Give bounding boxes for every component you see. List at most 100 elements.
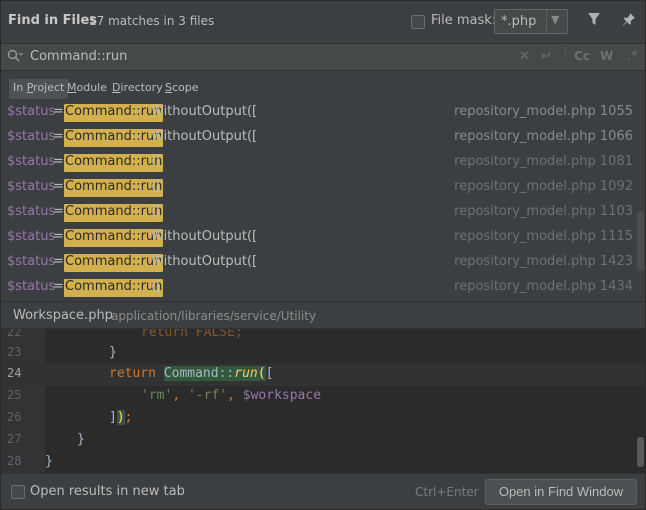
code-preview[interactable]: 22 return FALSE; 23 } 24 return Command:… bbox=[1, 329, 645, 473]
code-text: [ bbox=[265, 366, 274, 381]
code-paren: ( bbox=[257, 366, 266, 381]
result-location: repository_model.php 1066 bbox=[454, 129, 633, 144]
open-in-find-window-button[interactable]: Open in Find Window bbox=[485, 479, 637, 505]
code-variable: $workspace bbox=[242, 388, 322, 403]
code-text: ] bbox=[109, 410, 117, 425]
result-match: Command::run bbox=[64, 229, 164, 247]
tab-directory[interactable]: Directory bbox=[108, 79, 167, 99]
whole-words-icon[interactable]: W bbox=[600, 49, 613, 63]
open-new-tab-checkbox[interactable] bbox=[11, 485, 25, 499]
code-comma: , bbox=[227, 388, 243, 403]
result-operator: = bbox=[53, 229, 64, 244]
result-match: Command::run bbox=[64, 179, 164, 197]
result-row[interactable]: $status = Command::run WithoutOutput([ r… bbox=[1, 101, 645, 126]
result-row[interactable]: $status = Command::run ([ repository_mod… bbox=[1, 201, 645, 226]
result-variable: $status bbox=[7, 229, 56, 244]
search-icon[interactable] bbox=[7, 49, 24, 67]
result-rest: ([ bbox=[151, 204, 162, 219]
code-method: run bbox=[234, 366, 258, 381]
result-operator: = bbox=[53, 129, 64, 144]
combo-separator bbox=[546, 10, 547, 33]
file-mask-checkbox[interactable] bbox=[411, 15, 425, 29]
tab-module[interactable]: Module bbox=[63, 79, 111, 99]
result-match: Command::run bbox=[64, 204, 164, 222]
result-match: Command::run bbox=[64, 129, 164, 147]
result-location: repository_model.php 1434 bbox=[454, 279, 633, 294]
result-rest: WithoutOutput([ bbox=[151, 104, 258, 119]
search-field[interactable]: Command::run ✕ ↵ | Cc W .* bbox=[1, 43, 645, 71]
code-paren: ) bbox=[116, 410, 125, 425]
file-mask-combo[interactable]: *.php ▼ bbox=[494, 9, 568, 34]
tab-in-project[interactable]: In Project bbox=[9, 79, 69, 99]
open-new-tab-label: Open results in new tab bbox=[30, 484, 185, 499]
code-text: } bbox=[109, 345, 117, 360]
result-match: Command::run bbox=[64, 154, 164, 172]
results-list: $status = Command::run WithoutOutput([ r… bbox=[1, 101, 645, 301]
code-line: 26 ]); bbox=[1, 408, 645, 430]
result-variable: $status bbox=[7, 254, 56, 269]
result-operator: = bbox=[53, 279, 64, 294]
result-variable: $status bbox=[7, 154, 56, 169]
line-number: 28 bbox=[7, 454, 22, 468]
result-row[interactable]: $status = Command::run WithoutOutput([ r… bbox=[1, 126, 645, 151]
regex-icon[interactable]: .* bbox=[627, 49, 638, 64]
pin-icon[interactable] bbox=[622, 12, 636, 30]
code-semicolon: ; bbox=[124, 410, 133, 425]
result-row[interactable]: $status = Command::run ([ repository_mod… bbox=[1, 151, 645, 176]
result-row[interactable]: $status = Command::run WithoutOutput([ r… bbox=[1, 226, 645, 251]
result-operator: = bbox=[53, 204, 64, 219]
file-mask-value: *.php bbox=[501, 14, 537, 29]
shortcut-hint: Ctrl+Enter bbox=[415, 485, 479, 499]
result-row[interactable]: $status = Command::run WithoutOutput([ r… bbox=[1, 251, 645, 276]
result-variable: $status bbox=[7, 279, 56, 294]
result-operator: = bbox=[53, 179, 64, 194]
result-row[interactable]: $status = Command::run ([ repository_mod… bbox=[1, 176, 645, 201]
dialog-header: Find in Files 17 matches in 3 files File… bbox=[1, 1, 645, 43]
file-mask-label: File mask: bbox=[431, 13, 497, 28]
code-line: 27 } bbox=[1, 430, 645, 452]
clear-icon[interactable]: ✕ bbox=[519, 49, 530, 64]
search-input[interactable]: Command::run bbox=[30, 49, 127, 64]
result-location: repository_model.php 1423 bbox=[454, 254, 633, 269]
result-location: repository_model.php 1081 bbox=[454, 154, 633, 169]
code-match: Command:: bbox=[163, 366, 235, 381]
result-match: Command::run bbox=[64, 254, 164, 272]
line-number: 26 bbox=[7, 410, 22, 424]
result-location: repository_model.php 1103 bbox=[454, 204, 633, 219]
code-line: 25 'rm', '-rf', $workspace bbox=[1, 386, 645, 408]
result-operator: = bbox=[53, 254, 64, 269]
line-number: 24 bbox=[7, 366, 22, 380]
line-number: 25 bbox=[7, 388, 22, 402]
code-comma: , bbox=[172, 388, 188, 403]
result-location: repository_model.php 1092 bbox=[454, 179, 633, 194]
code-text: return FALSE; bbox=[141, 329, 243, 340]
code-string: '-rf' bbox=[187, 388, 228, 403]
result-location: repository_model.php 1055 bbox=[454, 104, 633, 119]
preview-scrollbar[interactable] bbox=[637, 437, 644, 467]
code-line: 28 } bbox=[1, 452, 645, 473]
result-variable: $status bbox=[7, 179, 56, 194]
dialog-footer: Open results in new tab Ctrl+Enter Open … bbox=[1, 473, 645, 509]
tab-scope[interactable]: Scope bbox=[161, 79, 203, 99]
code-keyword: return bbox=[109, 366, 156, 381]
code-string: 'rm' bbox=[141, 388, 173, 403]
filter-icon[interactable] bbox=[587, 12, 601, 30]
code-text: } bbox=[45, 454, 53, 469]
result-row[interactable]: $status = Command::run ([ repository_mod… bbox=[1, 276, 645, 301]
results-scrollbar[interactable] bbox=[637, 211, 644, 271]
line-number: 22 bbox=[7, 329, 22, 339]
match-case-icon[interactable]: Cc bbox=[574, 49, 590, 63]
new-line-icon[interactable]: ↵ bbox=[541, 49, 552, 64]
chevron-down-icon[interactable]: ▼ bbox=[551, 13, 559, 26]
dialog-title: Find in Files bbox=[8, 13, 98, 28]
preview-file-path: application/libraries/service/Utility bbox=[111, 309, 317, 323]
result-operator: = bbox=[53, 104, 64, 119]
result-rest: ([ bbox=[151, 279, 162, 294]
code-line-current: 24 return Command::run([ bbox=[1, 364, 645, 386]
separator: | bbox=[563, 46, 568, 61]
result-variable: $status bbox=[7, 104, 56, 119]
find-in-files-dialog: Find in Files 17 matches in 3 files File… bbox=[0, 0, 646, 510]
match-count: 17 matches in 3 files bbox=[89, 14, 215, 28]
result-rest: ([ bbox=[151, 179, 162, 194]
result-variable: $status bbox=[7, 204, 56, 219]
